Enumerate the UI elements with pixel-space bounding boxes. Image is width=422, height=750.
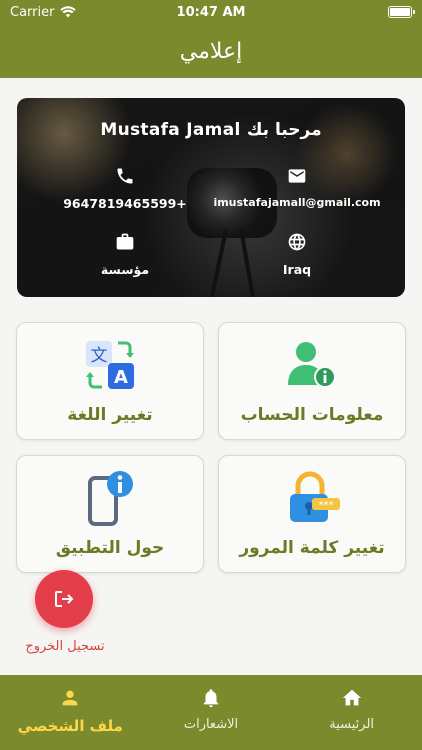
profile-greeting: Mustafa Jamal مرحبا بك xyxy=(100,120,322,140)
account-info-icon xyxy=(284,337,340,393)
svg-text:***: *** xyxy=(319,500,334,511)
status-left: Carrier xyxy=(10,4,77,20)
country-info: Iraq xyxy=(217,232,377,277)
about-app-tile[interactable]: حول التطبيق xyxy=(16,455,204,573)
briefcase-icon xyxy=(116,233,134,250)
nav-item-profile[interactable]: ملف الشخصي xyxy=(0,675,141,750)
globe-icon xyxy=(288,233,306,251)
status-bar: Carrier 10:47 AM xyxy=(0,0,422,24)
wifi-icon xyxy=(60,6,77,18)
profile-card: Mustafa Jamal مرحبا بك 9647819465599+ im… xyxy=(17,98,405,297)
translate-icon: 文 A xyxy=(82,337,138,393)
svg-text:文: 文 xyxy=(91,346,108,366)
home-icon xyxy=(342,689,361,706)
bottom-nav: الرئيسية الاشعارات ملف الشخصي xyxy=(0,675,422,750)
nav-notifications-label: الاشعارات xyxy=(183,717,239,732)
app-header: إعلامي xyxy=(0,24,422,78)
change-password-label: تغيير كلمة المرور xyxy=(239,538,385,558)
change-language-label: تغيير اللغة xyxy=(67,405,153,425)
organization-label: مؤسسة xyxy=(100,262,150,277)
battery-icon xyxy=(388,6,415,18)
logout-button[interactable] xyxy=(35,570,93,628)
email-icon xyxy=(288,169,306,183)
nav-item-notifications[interactable]: الاشعارات xyxy=(141,675,282,750)
organization-info: مؤسسة xyxy=(45,232,205,277)
change-language-tile[interactable]: 文 A تغيير اللغة xyxy=(16,322,204,440)
svg-text:A: A xyxy=(114,367,128,388)
about-app-label: حول التطبيق xyxy=(55,538,165,558)
logout-icon xyxy=(55,591,74,607)
nav-profile-label: ملف الشخصي xyxy=(17,717,123,735)
lock-password-icon: *** xyxy=(282,470,342,526)
email-address: imustafajamall@gmail.com xyxy=(213,196,381,209)
carrier-label: Carrier xyxy=(10,4,55,20)
bell-icon xyxy=(203,689,219,708)
person-icon xyxy=(62,690,78,706)
account-info-label: معلومات الحساب xyxy=(240,405,384,425)
phone-icon xyxy=(117,168,133,184)
phone-info-icon xyxy=(84,470,136,526)
logout-label[interactable]: تسجيل الخروج xyxy=(10,639,120,654)
email-info: imustafajamall@gmail.com xyxy=(213,166,381,209)
country-label: Iraq xyxy=(282,262,312,277)
change-password-tile[interactable]: *** تغيير كلمة المرور xyxy=(218,455,406,573)
phone-number: 9647819465599+ xyxy=(63,196,187,211)
phone-info: 9647819465599+ xyxy=(45,166,205,211)
nav-home-label: الرئيسية xyxy=(329,717,375,732)
nav-item-home[interactable]: الرئيسية xyxy=(281,675,422,750)
account-info-tile[interactable]: معلومات الحساب xyxy=(218,322,406,440)
page-title: إعلامي xyxy=(179,38,243,64)
